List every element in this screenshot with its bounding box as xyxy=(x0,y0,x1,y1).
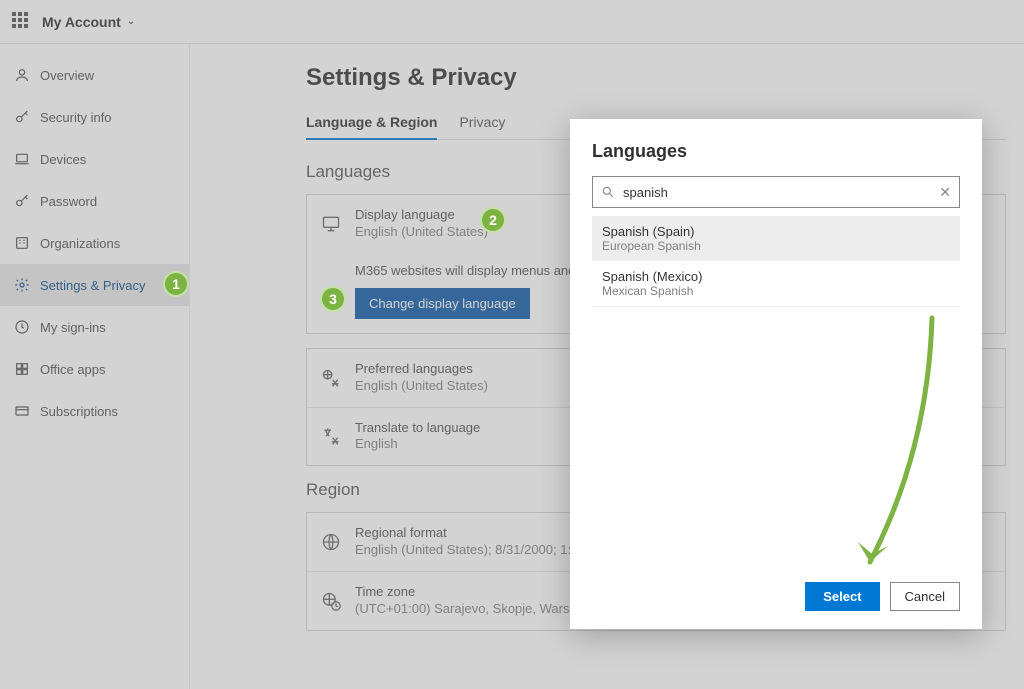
callout-badge-1: 1 xyxy=(163,271,189,297)
sidebar-item-office-apps[interactable]: Office apps xyxy=(0,348,189,390)
modal-title: Languages xyxy=(592,141,960,162)
gear-icon xyxy=(14,277,30,293)
tab-language-region[interactable]: Language & Region xyxy=(306,114,437,140)
chevron-down-icon: ⌄ xyxy=(127,16,135,27)
sidebar-item-settings-privacy[interactable]: Settings & Privacy xyxy=(0,264,189,306)
sidebar-item-password[interactable]: Password xyxy=(0,180,189,222)
callout-badge-2: 2 xyxy=(480,207,506,233)
language-result-mexico[interactable]: Spanish (Mexico) Mexican Spanish xyxy=(592,261,960,306)
result-subtitle: European Spanish xyxy=(602,239,950,253)
sidebar-item-devices[interactable]: Devices xyxy=(0,138,189,180)
language-search-input[interactable] xyxy=(615,185,939,200)
sidebar-item-subscriptions[interactable]: Subscriptions xyxy=(0,390,189,432)
sidebar-item-label: Password xyxy=(40,194,97,209)
waffle-icon[interactable] xyxy=(12,12,32,32)
sidebar-item-label: My sign-ins xyxy=(40,320,106,335)
translate-language-label: Translate to language xyxy=(355,420,480,437)
result-divider xyxy=(592,306,960,307)
translate-icon xyxy=(321,426,341,446)
card-icon xyxy=(14,403,30,419)
result-title: Spanish (Mexico) xyxy=(602,269,950,284)
globe-icon xyxy=(321,532,341,552)
language-search-box[interactable]: ✕ xyxy=(592,176,960,208)
page-title: Settings & Privacy xyxy=(306,64,1024,92)
display-language-value: English (United States) xyxy=(355,224,488,241)
preferred-languages-label: Preferred languages xyxy=(355,361,488,378)
clear-search-icon[interactable]: ✕ xyxy=(939,184,951,201)
sidebar-item-label: Devices xyxy=(40,152,86,167)
sidebar-item-organizations[interactable]: Organizations xyxy=(0,222,189,264)
org-icon xyxy=(14,235,30,251)
language-result-spain[interactable]: Spanish (Spain) European Spanish xyxy=(592,216,960,261)
monitor-icon xyxy=(321,214,341,234)
clock-icon xyxy=(14,319,30,335)
laptop-icon xyxy=(14,151,30,167)
change-display-language-button[interactable]: Change display language xyxy=(355,288,530,319)
sidebar-item-overview[interactable]: Overview xyxy=(0,54,189,96)
sidebar-item-label: Subscriptions xyxy=(40,404,118,419)
person-icon xyxy=(14,67,30,83)
sidebar-item-label: Settings & Privacy xyxy=(40,278,146,293)
display-language-label: Display language xyxy=(355,207,488,224)
modal-footer: Select Cancel xyxy=(592,582,960,611)
grid-icon xyxy=(14,361,30,377)
sidebar-item-signins[interactable]: My sign-ins xyxy=(0,306,189,348)
sidebar-item-label: Security info xyxy=(40,110,112,125)
translate-language-value: English xyxy=(355,436,480,453)
sidebar-item-label: Office apps xyxy=(40,362,106,377)
languages-modal: Languages ✕ Spanish (Spain) European Spa… xyxy=(570,119,982,629)
callout-badge-3: 3 xyxy=(320,286,346,312)
result-subtitle: Mexican Spanish xyxy=(602,284,950,298)
sidebar: Overview Security info Devices Password … xyxy=(0,44,190,689)
globe-clock-icon xyxy=(321,591,341,611)
result-title: Spanish (Spain) xyxy=(602,224,950,239)
key-icon xyxy=(14,193,30,209)
account-menu-label[interactable]: My Account xyxy=(42,14,121,30)
select-button[interactable]: Select xyxy=(805,582,879,611)
cancel-button[interactable]: Cancel xyxy=(890,582,960,611)
search-icon xyxy=(601,185,615,199)
sidebar-item-security[interactable]: Security info xyxy=(0,96,189,138)
sidebar-item-label: Overview xyxy=(40,68,94,83)
header-bar: My Account ⌄ xyxy=(0,0,1024,44)
tab-privacy[interactable]: Privacy xyxy=(459,114,505,139)
key-icon xyxy=(14,109,30,125)
preferred-languages-value: English (United States) xyxy=(355,378,488,395)
globe-translate-icon xyxy=(321,368,341,388)
sidebar-item-label: Organizations xyxy=(40,236,120,251)
